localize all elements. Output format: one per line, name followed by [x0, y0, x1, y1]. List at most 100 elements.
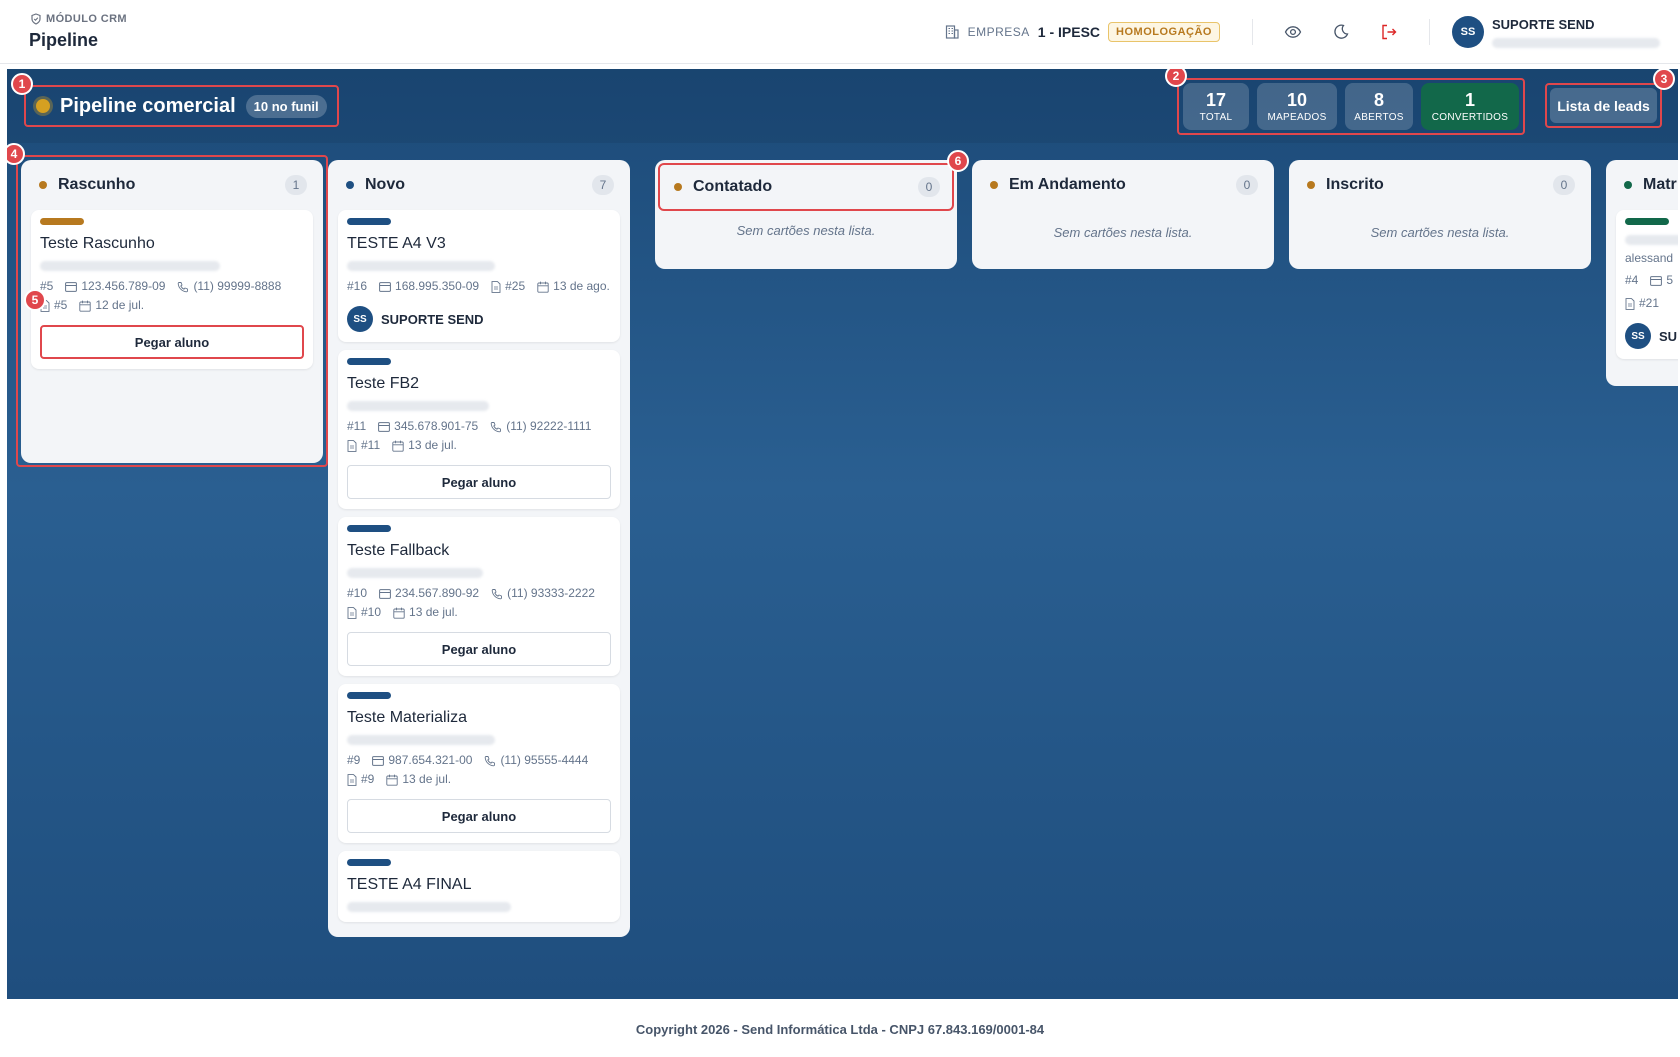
- card-phone: (11) 93333-2222: [491, 586, 595, 601]
- card-color-bar: [347, 692, 391, 699]
- footer-copyright: Copyright 2026 - Send Informática Ltda -…: [635, 1022, 1045, 1037]
- column-inscrito: Inscrito 0 Sem cartões nesta lista.: [1289, 160, 1591, 269]
- user-name: SUPORTE SEND: [1492, 16, 1595, 32]
- calendar-icon: [386, 774, 399, 786]
- top-header: MÓDULO CRM Pipeline EMPRESA 1 - IPESC HO…: [0, 0, 1680, 64]
- card-title: TESTE A4 FINAL: [347, 876, 472, 893]
- lead-card[interactable]: Teste FB2 #11 345.678.901-75 (11) 92222-…: [338, 350, 620, 509]
- column-dot: [39, 181, 47, 189]
- leads-list-label: Lista de leads: [1550, 88, 1657, 123]
- id-card-icon: [65, 281, 78, 292]
- doc-text: #25: [505, 279, 526, 293]
- doc-text: #11: [361, 438, 381, 452]
- column-count: 0: [1553, 175, 1575, 195]
- page-title: Pipeline: [29, 30, 99, 50]
- cpf-text: 168.995.350-09: [395, 279, 480, 293]
- doc-text: #9: [361, 772, 375, 786]
- card-title-redacted: [1625, 235, 1678, 245]
- stat-value: 10: [1286, 89, 1308, 110]
- stat-label: MAPEADOS: [1267, 111, 1327, 123]
- column-em-andamento: Em Andamento 0 Sem cartões nesta lista.: [972, 160, 1274, 269]
- stat-abertos: 8 ABERTOS: [1345, 83, 1413, 130]
- id-card-icon: [379, 281, 391, 292]
- cpf-text: 234.567.890-92: [395, 586, 480, 600]
- avatar: SS: [347, 306, 373, 332]
- logout-icon: [1382, 24, 1397, 40]
- phone-icon: [178, 281, 189, 292]
- column-count: 0: [1236, 175, 1258, 195]
- card-color-bar: [347, 525, 391, 532]
- column-dot: [674, 183, 682, 191]
- card-email-redacted: [347, 735, 495, 745]
- annotation-marker: 1: [11, 73, 33, 95]
- lead-card[interactable]: TESTE A4 V3 #16 168.995.350-09 #25 13 de…: [338, 210, 620, 342]
- column-rascunho: Rascunho 1 Teste Rascunho #5 123.456.789…: [21, 160, 323, 463]
- stat-label: ABERTOS: [1354, 111, 1404, 123]
- leads-list-button[interactable]: Lista de leads: [1545, 83, 1662, 128]
- stat-mapeados: 10 MAPEADOS: [1257, 83, 1337, 130]
- column-header: Novo 7: [328, 160, 630, 210]
- card-cpf: 5: [1650, 273, 1673, 288]
- card-email-redacted: [40, 261, 220, 271]
- card-color-bar: [1625, 218, 1669, 225]
- visibility-button[interactable]: [1277, 16, 1309, 48]
- stat-label: TOTAL: [1199, 111, 1233, 123]
- company-selector[interactable]: EMPRESA 1 - IPESC HOMOLOGAÇÃO: [944, 22, 1220, 42]
- card-date: 13 de jul.: [392, 438, 457, 453]
- cpf-text: 123.456.789-09: [81, 279, 166, 293]
- lead-card[interactable]: Teste Rascunho #5 123.456.789-09 (11) 99…: [31, 210, 313, 369]
- column-dot: [1307, 181, 1315, 189]
- card-title: Teste FB2: [347, 375, 420, 392]
- lead-card[interactable]: Teste Fallback #10 234.567.890-92 (11) 9…: [338, 517, 620, 676]
- pick-student-button[interactable]: Pegar aluno: [40, 325, 304, 359]
- pick-student-button[interactable]: Pegar aluno: [347, 799, 611, 833]
- column-header: Contatado 0: [658, 163, 954, 211]
- company-label: EMPRESA: [967, 25, 1030, 39]
- column-dot: [990, 181, 998, 189]
- phone-text: (11) 92222-1111: [506, 419, 592, 433]
- doc-text: #21: [1639, 296, 1660, 310]
- lead-card[interactable]: Teste Materializa #9 987.654.321-00 (11)…: [338, 684, 620, 843]
- card-email-redacted: [347, 261, 495, 271]
- header-divider: [1252, 19, 1253, 45]
- pick-student-button[interactable]: Pegar aluno: [347, 632, 611, 666]
- card-id: #4: [1625, 273, 1639, 287]
- card-id: #16: [347, 279, 368, 293]
- column-contatado: Contatado 0 Sem cartões nesta lista.: [655, 160, 957, 269]
- annotation-marker: 6: [947, 150, 969, 172]
- pipeline-title-group: Pipeline comercial 10 no funil: [24, 85, 339, 127]
- card-doc: #25: [491, 279, 525, 294]
- lead-card[interactable]: alessand #4 5 #21 SS SU: [1616, 210, 1678, 359]
- pipeline-title: Pipeline comercial: [60, 94, 236, 117]
- document-icon: [1625, 297, 1635, 310]
- pick-student-button[interactable]: Pegar aluno: [347, 465, 611, 499]
- stat-convertidos: 1 CONVERTIDOS: [1421, 83, 1519, 130]
- lead-card[interactable]: TESTE A4 FINAL: [338, 851, 620, 922]
- column-count: 0: [918, 177, 940, 197]
- column-title: Matr: [1643, 176, 1677, 193]
- pipeline-board: 1 Pipeline comercial 10 no funil 2 17 TO…: [7, 69, 1678, 999]
- card-title: Teste Rascunho: [40, 235, 155, 252]
- phone-icon: [491, 588, 503, 599]
- annotation-marker: 5: [24, 289, 46, 311]
- card-cpf: 234.567.890-92: [379, 586, 479, 601]
- theme-toggle-button[interactable]: [1325, 16, 1357, 48]
- card-date: 13 de ago.: [537, 279, 610, 294]
- column-title: Novo: [365, 176, 405, 193]
- logout-button[interactable]: [1373, 16, 1405, 48]
- card-date: 13 de jul.: [393, 605, 458, 620]
- card-email-redacted: [347, 568, 483, 578]
- funnel-count-badge: 10 no funil: [245, 94, 327, 118]
- cpf-text: 5: [1666, 273, 1674, 287]
- column-count: 7: [592, 175, 614, 195]
- user-menu[interactable]: SS SUPORTE SEND: [1452, 16, 1660, 48]
- column-title: Inscrito: [1326, 176, 1384, 193]
- column-header: Inscrito 0: [1289, 160, 1591, 210]
- column-dot: [346, 181, 354, 189]
- doc-text: #10: [361, 605, 382, 619]
- phone-text: (11) 99999-8888: [193, 279, 282, 293]
- doc-text: #5: [54, 298, 68, 312]
- card-cpf: 987.654.321-00: [372, 753, 472, 768]
- id-card-icon: [1650, 275, 1663, 286]
- card-phone: (11) 95555-4444: [484, 753, 588, 768]
